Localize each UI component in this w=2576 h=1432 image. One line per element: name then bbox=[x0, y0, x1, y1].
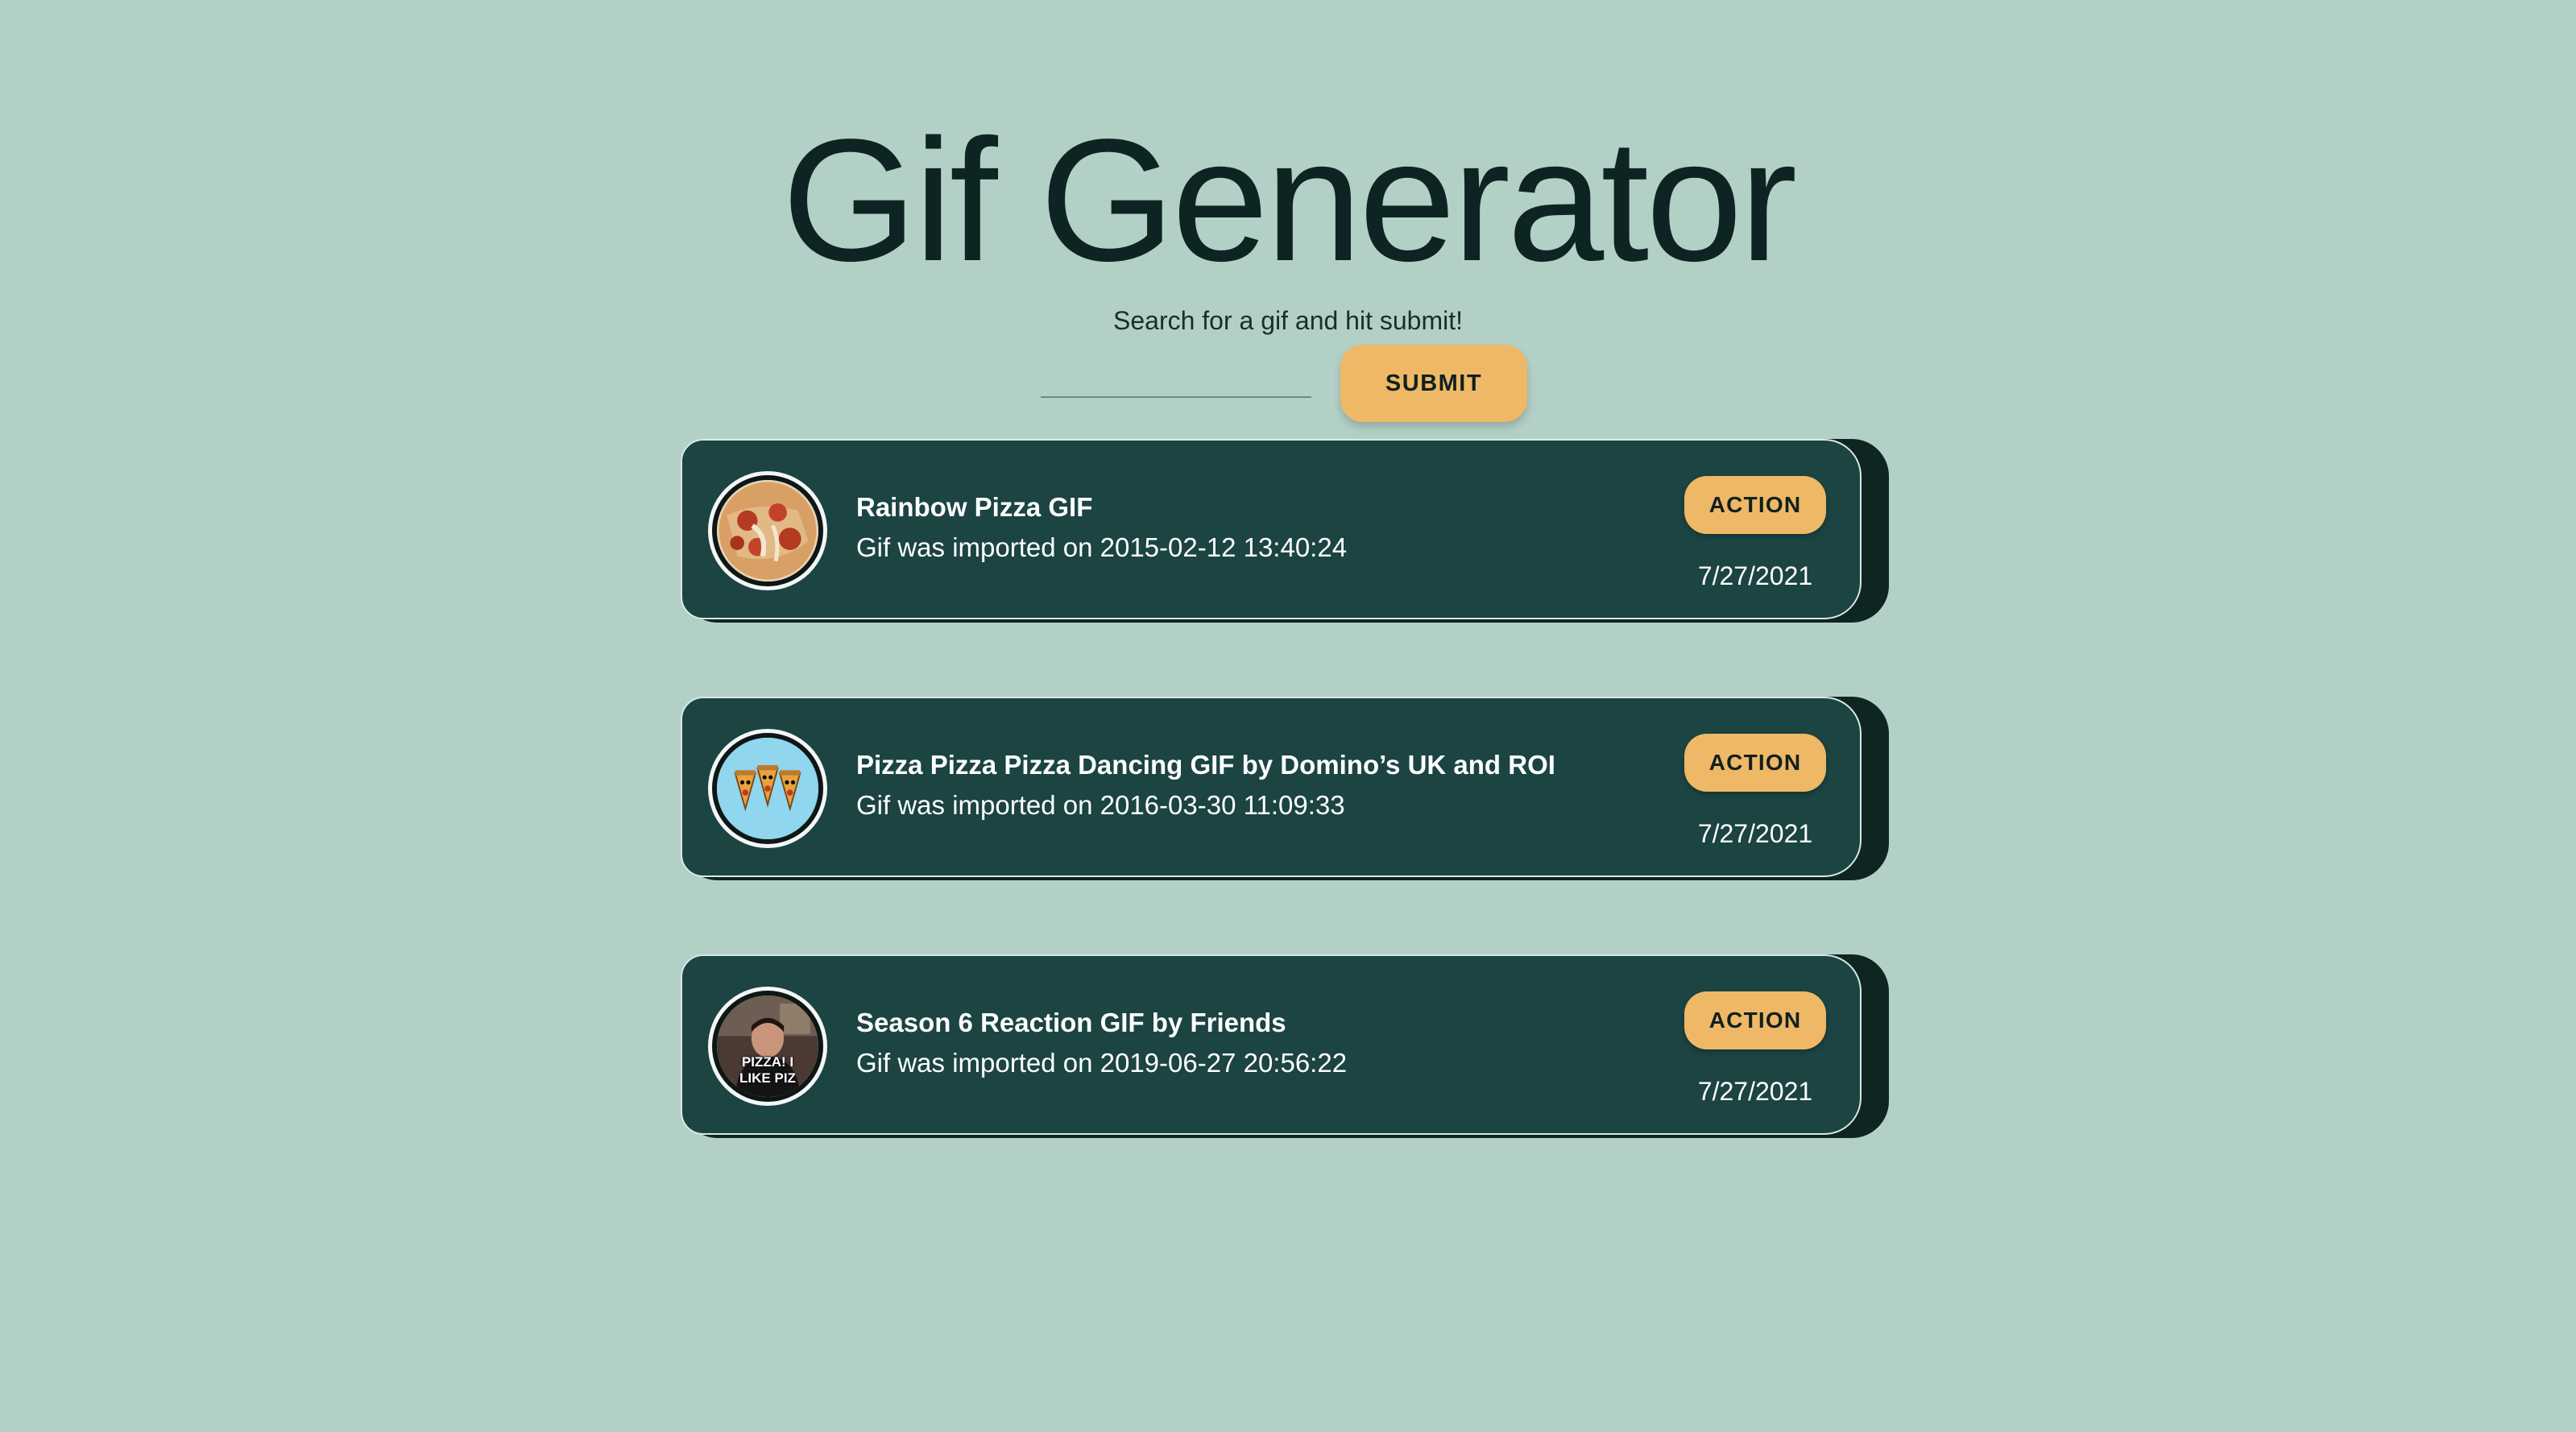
gif-title: Pizza Pizza Pizza Dancing GIF by Domino’… bbox=[856, 750, 1555, 780]
gif-date: 7/27/2021 bbox=[1697, 819, 1813, 848]
gif-thumbnail[interactable] bbox=[708, 471, 827, 590]
gif-thumbnail[interactable]: PIZZA! I LIKE PIZ bbox=[708, 987, 827, 1106]
page-subtitle: Search for a gif and hit submit! bbox=[1113, 306, 1463, 335]
dancing-pizza-icon bbox=[717, 738, 818, 839]
gif-import-info: Gif was imported on 2016-03-30 11:09:33 bbox=[856, 790, 1345, 820]
result-card: PIZZA! I LIKE PIZ Season 6 Reaction GIF … bbox=[681, 954, 1889, 1140]
gif-title: Season 6 Reaction GIF by Friends bbox=[856, 1008, 1286, 1037]
gif-import-info: Gif was imported on 2019-06-27 20:56:22 bbox=[856, 1048, 1348, 1078]
gif-import-info: Gif was imported on 2015-02-12 13:40:24 bbox=[856, 532, 1348, 562]
action-button[interactable]: ACTION bbox=[1684, 476, 1826, 534]
submit-button[interactable]: SUBMIT bbox=[1340, 345, 1527, 422]
thumbnail-caption: PIZZA! I LIKE PIZ bbox=[739, 1054, 796, 1086]
gif-title: Rainbow Pizza GIF bbox=[856, 492, 1093, 522]
result-card: Pizza Pizza Pizza Dancing GIF by Domino’… bbox=[681, 697, 1889, 882]
page-title: Gif Generator bbox=[781, 102, 1798, 297]
result-card: Rainbow Pizza GIF Gif was imported on 20… bbox=[681, 439, 1889, 624]
action-button[interactable]: ACTION bbox=[1684, 991, 1826, 1049]
gif-date: 7/27/2021 bbox=[1697, 1077, 1813, 1106]
gif-date: 7/27/2021 bbox=[1697, 561, 1813, 590]
search-input[interactable] bbox=[1041, 354, 1311, 398]
pizza-slice-icon bbox=[717, 480, 818, 581]
gif-thumbnail[interactable] bbox=[708, 729, 827, 848]
action-button[interactable]: ACTION bbox=[1684, 734, 1826, 792]
